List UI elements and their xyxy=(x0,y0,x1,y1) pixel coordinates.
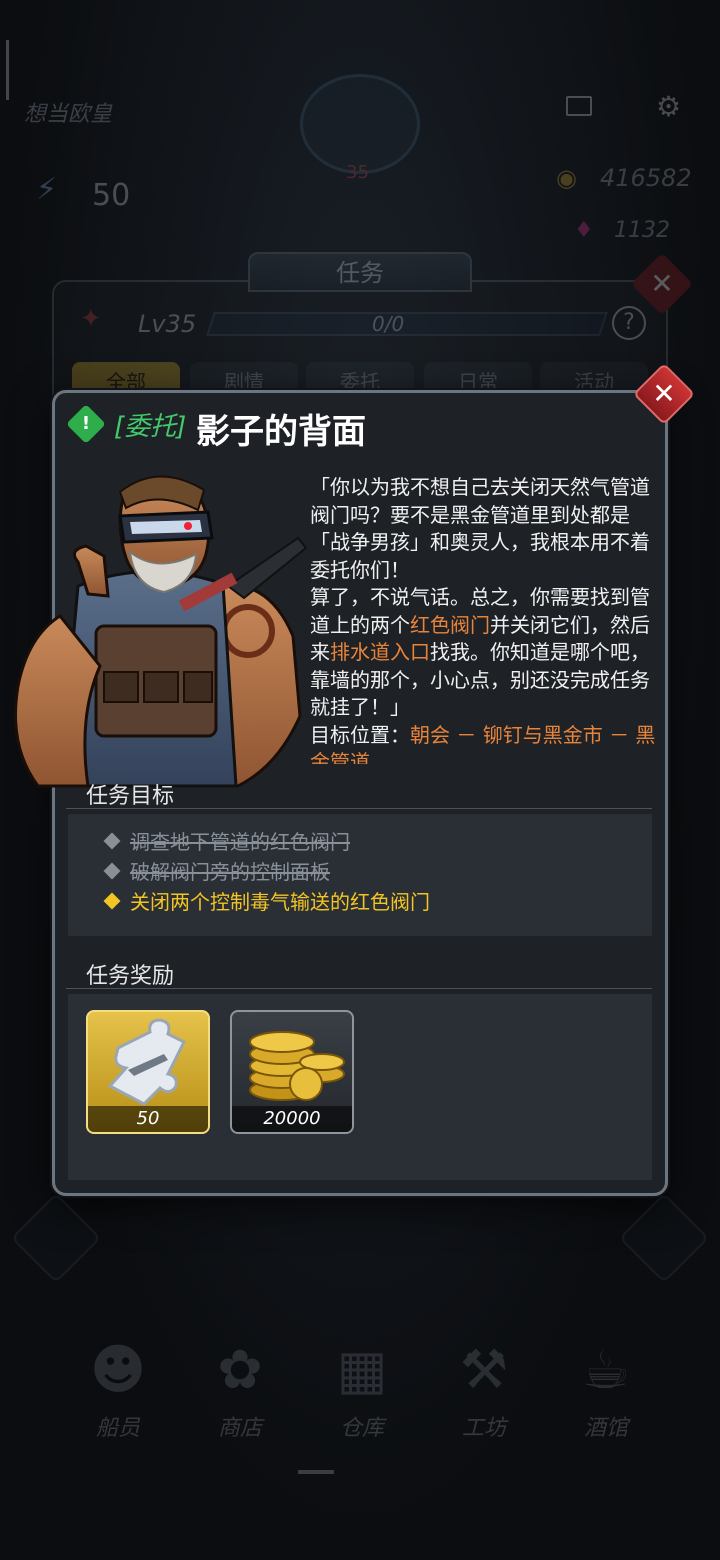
objective-text: 调查地下管道的红色阀门 xyxy=(130,830,350,854)
energy-value: 50 xyxy=(92,178,131,213)
rewards-title: 任务奖励 xyxy=(86,964,175,989)
objectives-divider xyxy=(66,808,652,809)
nav-tavern-label: 酒馆 xyxy=(583,1416,628,1441)
warehouse-icon: ▦ xyxy=(336,1338,388,1401)
gear-icon[interactable]: ⚙ xyxy=(656,90,681,123)
level-label: Lv35 xyxy=(138,310,197,338)
nav-warehouse-label: 仓库 xyxy=(339,1416,384,1441)
close-icon: ✕ xyxy=(650,267,674,300)
nav-active-indicator xyxy=(298,1470,334,1474)
xp-text: 0/0 xyxy=(372,312,405,336)
beer-mug-icon: ☕ xyxy=(581,1338,631,1401)
avatar[interactable] xyxy=(300,74,420,174)
target-location-label: 目标位置： xyxy=(310,722,410,747)
objective-text: 关闭两个控制毒气输送的红色阀门 xyxy=(130,890,430,914)
scroll-indicator xyxy=(6,40,9,100)
nav-shop-label: 商店 xyxy=(217,1416,262,1441)
mail-icon[interactable] xyxy=(566,96,592,116)
xp-bar xyxy=(206,312,608,336)
gem-value: 1132 xyxy=(614,218,670,243)
quest-title: 影子的背面 xyxy=(196,412,366,452)
coin-value: 416582 xyxy=(600,164,692,192)
objective-item: 关闭两个控制毒气输送的红色阀门 xyxy=(103,886,430,915)
level-badge-icon: ✦ xyxy=(80,304,102,334)
coin-icon: ◉ xyxy=(556,164,577,192)
npc-portrait xyxy=(14,475,308,788)
player-name: 想当欧皇 xyxy=(24,102,113,127)
close-icon: ✕ xyxy=(652,377,676,410)
quest-type-tag: [委托] xyxy=(114,412,187,442)
exclamation-icon: ! xyxy=(66,404,106,444)
objective-item: 调查地下管道的红色阀门 xyxy=(103,826,350,855)
reward-item-puzzle[interactable]: 50 xyxy=(86,1010,210,1134)
dialogue-paragraph-1: 「你以为我不想自己去关闭天然气管道阀门吗？要不是黑金管道里到处都是「战争男孩」和… xyxy=(310,475,650,582)
objective-item: 破解阀门旁的控制面板 xyxy=(103,856,330,885)
puzzle-piece-icon xyxy=(107,1018,187,1106)
quest-dialogue: 「你以为我不想自己去关闭天然气管道阀门吗？要不是黑金管道里到处都是「战争男孩」和… xyxy=(310,474,660,764)
nav-crew-label: 船员 xyxy=(95,1416,140,1441)
nav-workshop-label: 工坊 xyxy=(461,1416,506,1441)
nav-shop[interactable]: ✿ 商店 xyxy=(190,1330,290,1442)
reward-item-gold[interactable]: 20000 xyxy=(230,1010,354,1134)
reward-count: 50 xyxy=(88,1106,208,1132)
diamond-bullet-icon xyxy=(103,832,121,850)
task-panel-title: 任务 xyxy=(248,252,472,292)
crew-icon: ☻ xyxy=(89,1338,147,1401)
nav-warehouse[interactable]: ▦ 仓库 xyxy=(312,1330,412,1442)
highlight-red-valve: 红色阀门 xyxy=(410,612,490,637)
nav-crew[interactable]: ☻ 船员 xyxy=(68,1330,168,1442)
highlight-drain-entrance: 排水道入口 xyxy=(330,640,430,664)
task-panel-close-button[interactable]: ✕ xyxy=(630,252,694,316)
help-icon[interactable]: ? xyxy=(612,306,646,340)
gold-coins-icon xyxy=(249,1031,345,1101)
diamond-bullet-icon xyxy=(103,862,121,880)
nav-workshop[interactable]: ⚒ 工坊 xyxy=(434,1330,534,1442)
shop-icon: ✿ xyxy=(217,1338,263,1401)
hammer-icon: ⚒ xyxy=(459,1338,509,1401)
diamond-bullet-icon xyxy=(103,892,121,910)
energy-icon: ⚡ xyxy=(36,172,58,207)
gem-icon: ♦ xyxy=(574,218,594,243)
objectives-title: 任务目标 xyxy=(86,784,175,809)
reward-count: 20000 xyxy=(232,1106,352,1132)
objective-text: 破解阀门旁的控制面板 xyxy=(130,860,330,884)
nav-tavern[interactable]: ☕ 酒馆 xyxy=(556,1330,656,1442)
avatar-level: 35 xyxy=(346,162,369,183)
rewards-divider xyxy=(66,988,652,989)
